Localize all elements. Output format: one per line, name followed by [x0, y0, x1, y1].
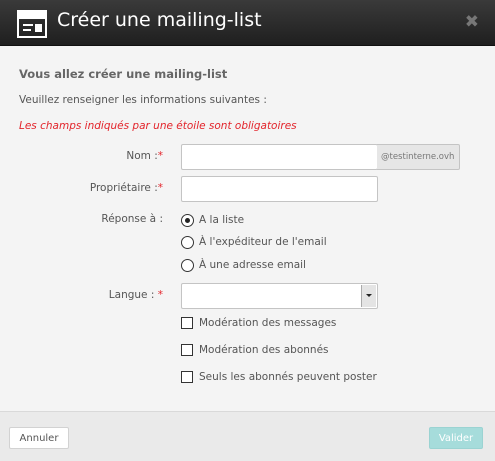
radio-label: A la liste	[199, 214, 245, 226]
name-input[interactable]	[181, 144, 378, 170]
dialog-body: Vous allez créer une mailing-list Veuill…	[0, 46, 495, 411]
dialog-title: Créer une mailing-list	[57, 9, 262, 31]
form-intro: Veuillez renseigner les informations sui…	[19, 94, 267, 106]
dialog-titlebar: Créer une mailing-list ✖	[0, 0, 495, 46]
form-heading: Vous allez créer une mailing-list	[19, 67, 228, 81]
radio-label: À une adresse email	[199, 259, 306, 271]
reply-to-list-option[interactable]: A la liste	[181, 212, 244, 228]
validate-button[interactable]: Valider	[429, 427, 483, 449]
required-star: *	[157, 150, 163, 162]
dialog-footer: Annuler Valider	[0, 411, 495, 461]
radio-button-checked[interactable]	[181, 213, 194, 227]
checkbox[interactable]	[181, 371, 193, 383]
owner-input[interactable]	[181, 176, 378, 202]
reply-to-address-option[interactable]: À une adresse email	[181, 257, 306, 273]
radio-label: À l'expéditeur de l'email	[199, 236, 327, 248]
subscribers-only-post-option[interactable]: Seuls les abonnés peuvent poster	[181, 369, 377, 385]
language-select[interactable]	[181, 283, 378, 309]
language-label: Langue : *	[108, 289, 163, 301]
cancel-button[interactable]: Annuler	[9, 427, 69, 449]
close-icon[interactable]: ✖	[465, 14, 479, 31]
required-fields-note: Les champs indiqués par une étoile sont …	[19, 120, 297, 132]
moderate-messages-option[interactable]: Modération des messages	[181, 315, 336, 331]
mailing-list-icon	[17, 10, 47, 38]
checkbox-label: Modération des messages	[199, 317, 337, 329]
reply-to-label: Réponse à :	[101, 213, 163, 225]
checkbox[interactable]	[181, 317, 193, 329]
checkbox-label: Modération des abonnés	[199, 344, 329, 356]
required-star: *	[157, 289, 163, 301]
radio-button[interactable]	[181, 235, 194, 249]
moderate-subscribers-option[interactable]: Modération des abonnés	[181, 342, 329, 358]
checkbox-label: Seuls les abonnés peuvent poster	[199, 371, 377, 383]
required-star: *	[157, 182, 163, 194]
chevron-down-icon[interactable]	[361, 285, 376, 307]
name-label: Nom :*	[126, 150, 163, 162]
checkbox[interactable]	[181, 344, 193, 356]
owner-label: Propriétaire :*	[89, 182, 163, 194]
radio-button[interactable]	[181, 258, 194, 272]
reply-to-sender-option[interactable]: À l'expéditeur de l'email	[181, 234, 327, 250]
domain-suffix: @testinterne.ovh	[377, 144, 460, 170]
